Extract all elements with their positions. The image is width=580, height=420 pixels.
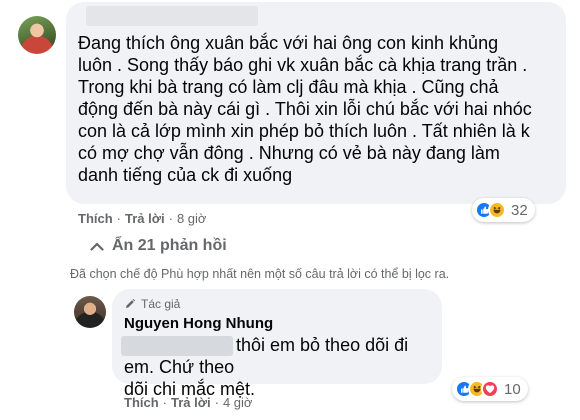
filter-note: Đã chọn chế độ Phù hợp nhất nên một số c…: [70, 267, 450, 281]
haha-icon: [488, 201, 506, 219]
reply-link[interactable]: Trả lời: [125, 211, 165, 226]
reply-time[interactable]: 4 giờ: [223, 395, 253, 410]
reply-actions: Thích · Trả lời · 4 giờ: [124, 395, 252, 410]
reply-reaction-summary[interactable]: 10: [452, 377, 528, 401]
author-badge-label: Tác giả: [141, 297, 181, 311]
reaction-summary[interactable]: 32: [472, 198, 535, 222]
comment-actions: Thích · Trả lời · 8 giờ: [78, 211, 206, 226]
reaction-count: 10: [504, 380, 521, 398]
like-link[interactable]: Thích: [124, 395, 159, 410]
reaction-count: 32: [511, 201, 528, 219]
author-name[interactable]: Nguyen Hong Nhung: [124, 315, 273, 332]
author-avatar[interactable]: [74, 296, 106, 328]
commenter-avatar[interactable]: [18, 16, 56, 54]
chevron-up-icon: [90, 242, 104, 251]
pencil-icon: [126, 298, 136, 308]
separator: ·: [162, 395, 168, 410]
comment-time[interactable]: 8 giờ: [177, 211, 207, 226]
reply-link[interactable]: Trả lời: [171, 395, 211, 410]
hide-replies-label: Ẩn 21 phản hồi: [112, 237, 227, 254]
separator: ·: [116, 211, 122, 226]
hide-replies-toggle[interactable]: Ẩn 21 phản hồi: [90, 237, 227, 255]
separator: ·: [168, 211, 173, 226]
author-badge: Tác giả: [124, 297, 180, 311]
love-icon: [481, 380, 499, 398]
like-link[interactable]: Thích: [78, 211, 113, 226]
comment-text: Đang thích ông xuân bắc với hai ông con …: [78, 33, 532, 185]
separator: ·: [214, 395, 219, 410]
reply-text: thôi em bỏ theo dõi đi em. Chứ theo dõi …: [124, 335, 409, 399]
redacted-commenter-name: [86, 6, 258, 26]
